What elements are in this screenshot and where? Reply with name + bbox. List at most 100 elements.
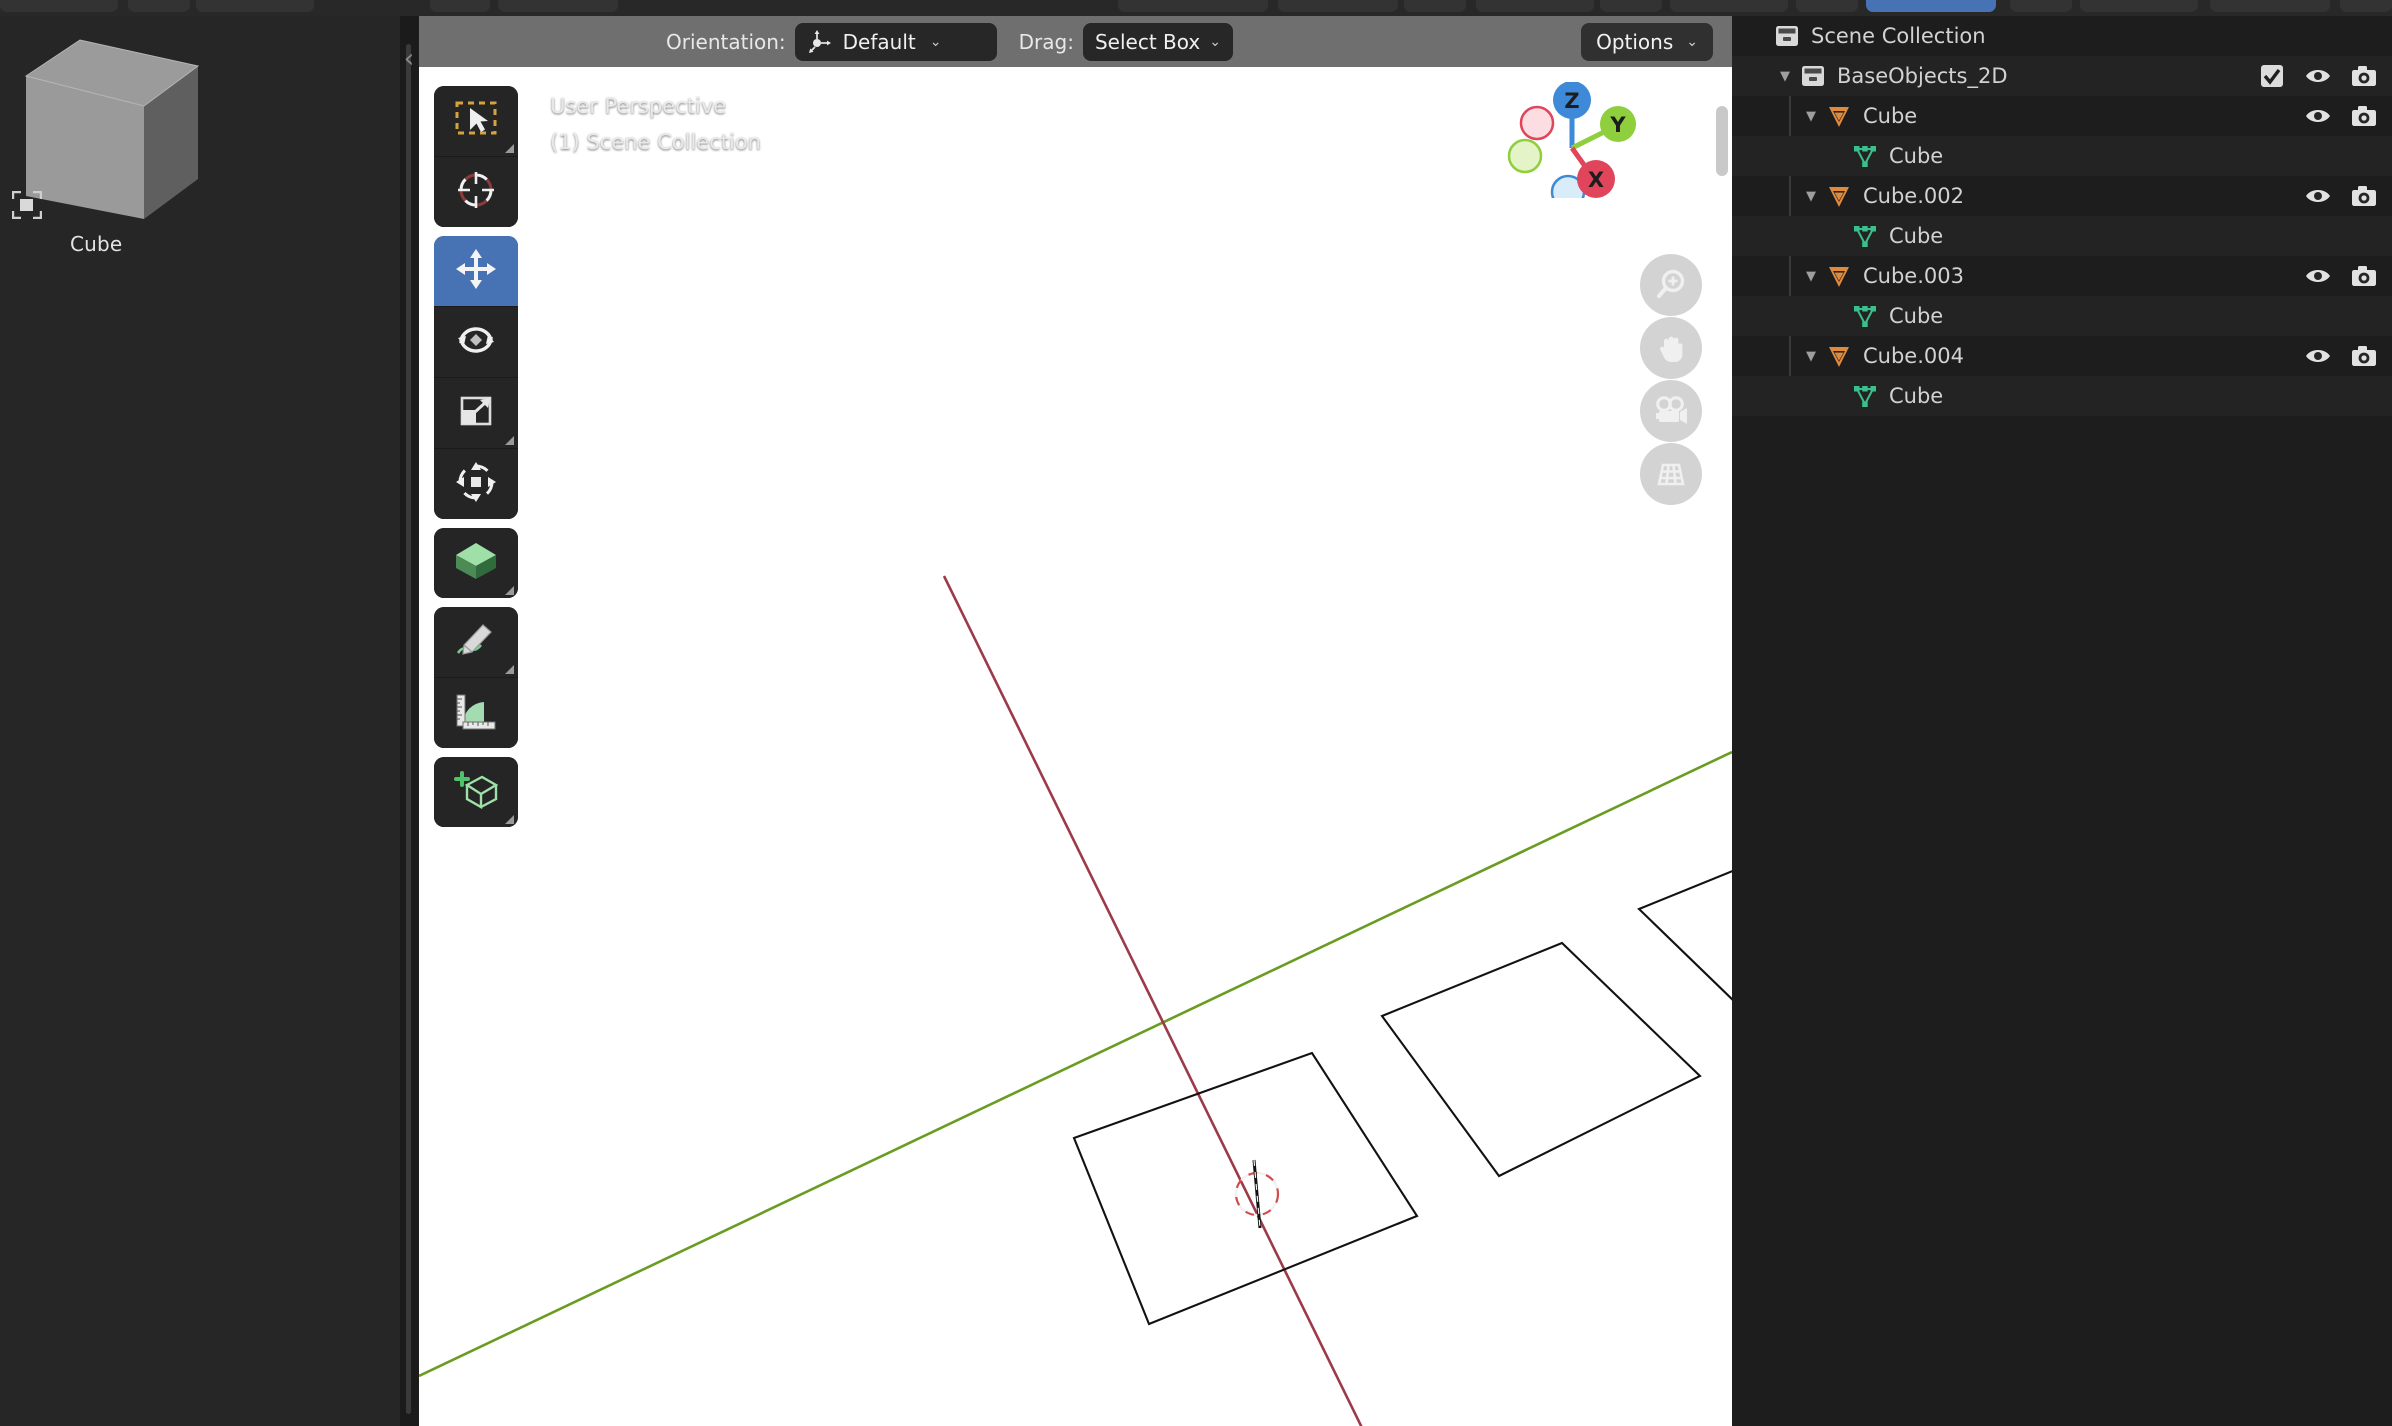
tool-expand-corner-icon[interactable] <box>505 586 514 595</box>
chevron-down-icon: ⌄ <box>929 33 942 50</box>
outliner-row[interactable]: ▼ Cube.004 <box>1732 336 2392 376</box>
header-button[interactable] <box>128 0 190 12</box>
mesh-data-icon <box>1850 141 1880 171</box>
outliner-row[interactable]: Cube <box>1732 136 2392 176</box>
header-button[interactable] <box>196 0 314 12</box>
outliner-row[interactable]: ▼ Cube.003 <box>1732 256 2392 296</box>
outliner-rows[interactable]: Scene Collection ▼ BaseObjects_2D ▼ Cube <box>1732 16 2392 416</box>
add-cube-tool[interactable] <box>434 757 518 827</box>
header-button[interactable] <box>2210 0 2330 12</box>
outliner-row[interactable]: ▼ Cube.002 <box>1732 176 2392 216</box>
measure-tool[interactable] <box>434 677 518 748</box>
outliner-row-label: Cube.002 <box>1863 184 1964 208</box>
move-icon <box>453 246 499 296</box>
toolbar-group <box>434 86 518 227</box>
viewport-toolbar[interactable] <box>434 86 518 836</box>
rotate-icon <box>453 317 499 367</box>
header-button[interactable] <box>498 0 618 12</box>
camera-render-icon[interactable] <box>2350 262 2378 290</box>
camera-view-button[interactable] <box>1640 380 1702 442</box>
outliner-row[interactable]: Cube <box>1732 216 2392 256</box>
tool-expand-corner-icon[interactable] <box>505 144 514 153</box>
scene-plane[interactable] <box>1637 849 1732 1035</box>
scene-plane[interactable] <box>1380 941 1702 1178</box>
header-button[interactable] <box>1600 0 1662 12</box>
viewport-scene <box>419 575 1732 1426</box>
eye-visibility-icon[interactable] <box>2304 102 2332 130</box>
tool-expand-corner-icon[interactable] <box>505 815 514 824</box>
disclosure-triangle-icon[interactable]: ▼ <box>1798 176 1824 216</box>
viewport-scrollbar[interactable] <box>1716 106 1728 176</box>
eye-visibility-icon[interactable] <box>2304 342 2332 370</box>
outliner-row[interactable]: Scene Collection <box>1732 16 2392 56</box>
outliner-row-toggles[interactable] <box>2304 176 2378 216</box>
tweak-select-box-tool[interactable] <box>434 86 518 156</box>
outliner-row-label: Cube <box>1889 304 1944 328</box>
eye-visibility-icon[interactable] <box>2304 62 2332 90</box>
outliner-row[interactable]: ▼ Cube <box>1732 96 2392 136</box>
annotate-tool[interactable] <box>434 607 518 677</box>
viewport-nav-buttons[interactable] <box>1640 254 1702 505</box>
header-button[interactable] <box>2340 0 2392 12</box>
outliner-row[interactable]: ▼ BaseObjects_2D <box>1732 56 2392 96</box>
outliner-row[interactable]: Cube <box>1732 376 2392 416</box>
mesh-data-icon <box>1850 301 1880 331</box>
move-tool[interactable] <box>434 236 518 306</box>
transform-tool[interactable] <box>434 448 518 519</box>
camera-render-icon[interactable] <box>2350 182 2378 210</box>
camera-render-icon[interactable] <box>2350 62 2378 90</box>
orientation-dropdown[interactable]: Default ⌄ <box>794 22 997 61</box>
3d-viewport[interactable]: User Perspective (1) Scene Collection Z … <box>419 16 1732 1426</box>
checkbox-icon[interactable] <box>2258 62 2286 90</box>
header-button[interactable] <box>1476 0 1594 12</box>
disclosure-triangle-icon[interactable]: ▼ <box>1798 96 1824 136</box>
disclosure-triangle-icon[interactable]: ▼ <box>1772 56 1798 96</box>
object-mesh-icon <box>1824 181 1854 211</box>
outliner-row[interactable]: Cube <box>1732 296 2392 336</box>
camera-render-icon[interactable] <box>2350 102 2378 130</box>
outliner-row-toggles[interactable] <box>2304 96 2378 136</box>
header-button[interactable] <box>1404 0 1466 12</box>
header-button[interactable] <box>1866 0 1996 12</box>
navigation-gizmo[interactable]: Z Y X <box>1506 81 1636 210</box>
measure-ruler-icon <box>453 690 499 736</box>
outliner-row-toggles[interactable] <box>2258 56 2378 96</box>
disclosure-triangle-icon[interactable]: ▼ <box>1798 256 1824 296</box>
outliner-row-toggles[interactable] <box>2304 256 2378 296</box>
header-button[interactable] <box>0 0 118 12</box>
tool-expand-corner-icon[interactable] <box>505 665 514 674</box>
header-button[interactable] <box>1796 0 1858 12</box>
collection-icon <box>1798 61 1828 91</box>
splitter-bar[interactable] <box>406 44 411 1414</box>
header-button[interactable] <box>2080 0 2198 12</box>
header-button[interactable] <box>1670 0 1788 12</box>
header-button[interactable] <box>2010 0 2072 12</box>
outliner-row-toggles[interactable] <box>2304 336 2378 376</box>
header-button[interactable] <box>430 0 490 12</box>
disclosure-triangle-icon[interactable]: ▼ <box>1798 336 1824 376</box>
toolbar-group <box>434 528 518 598</box>
annotate-box-tool[interactable] <box>434 528 518 598</box>
eye-visibility-icon[interactable] <box>2304 262 2332 290</box>
toggle-ortho-button[interactable] <box>1640 443 1702 505</box>
zoom-button[interactable] <box>1640 254 1702 316</box>
window-header-strip <box>0 0 2392 16</box>
outliner-row-label: Cube.004 <box>1863 344 1964 368</box>
header-button[interactable] <box>1278 0 1398 12</box>
cursor-tool[interactable] <box>434 156 518 227</box>
header-button[interactable] <box>1118 0 1268 12</box>
options-button[interactable]: Options ⌄ <box>1581 22 1713 61</box>
drag-dropdown[interactable]: Select Box ⌄ <box>1082 22 1233 61</box>
chevron-left-icon[interactable]: ‹ <box>398 42 420 76</box>
rotate-tool[interactable] <box>434 306 518 377</box>
pan-button[interactable] <box>1640 317 1702 379</box>
outliner-panel[interactable]: Scene Collection ▼ BaseObjects_2D ▼ Cube <box>1732 16 2392 1426</box>
outliner-row-label: Cube <box>1889 144 1944 168</box>
camera-render-icon[interactable] <box>2350 342 2378 370</box>
scale-tool[interactable] <box>434 377 518 448</box>
left-panel-splitter[interactable] <box>400 16 418 1426</box>
eye-visibility-icon[interactable] <box>2304 182 2332 210</box>
tool-expand-corner-icon[interactable] <box>505 436 514 445</box>
